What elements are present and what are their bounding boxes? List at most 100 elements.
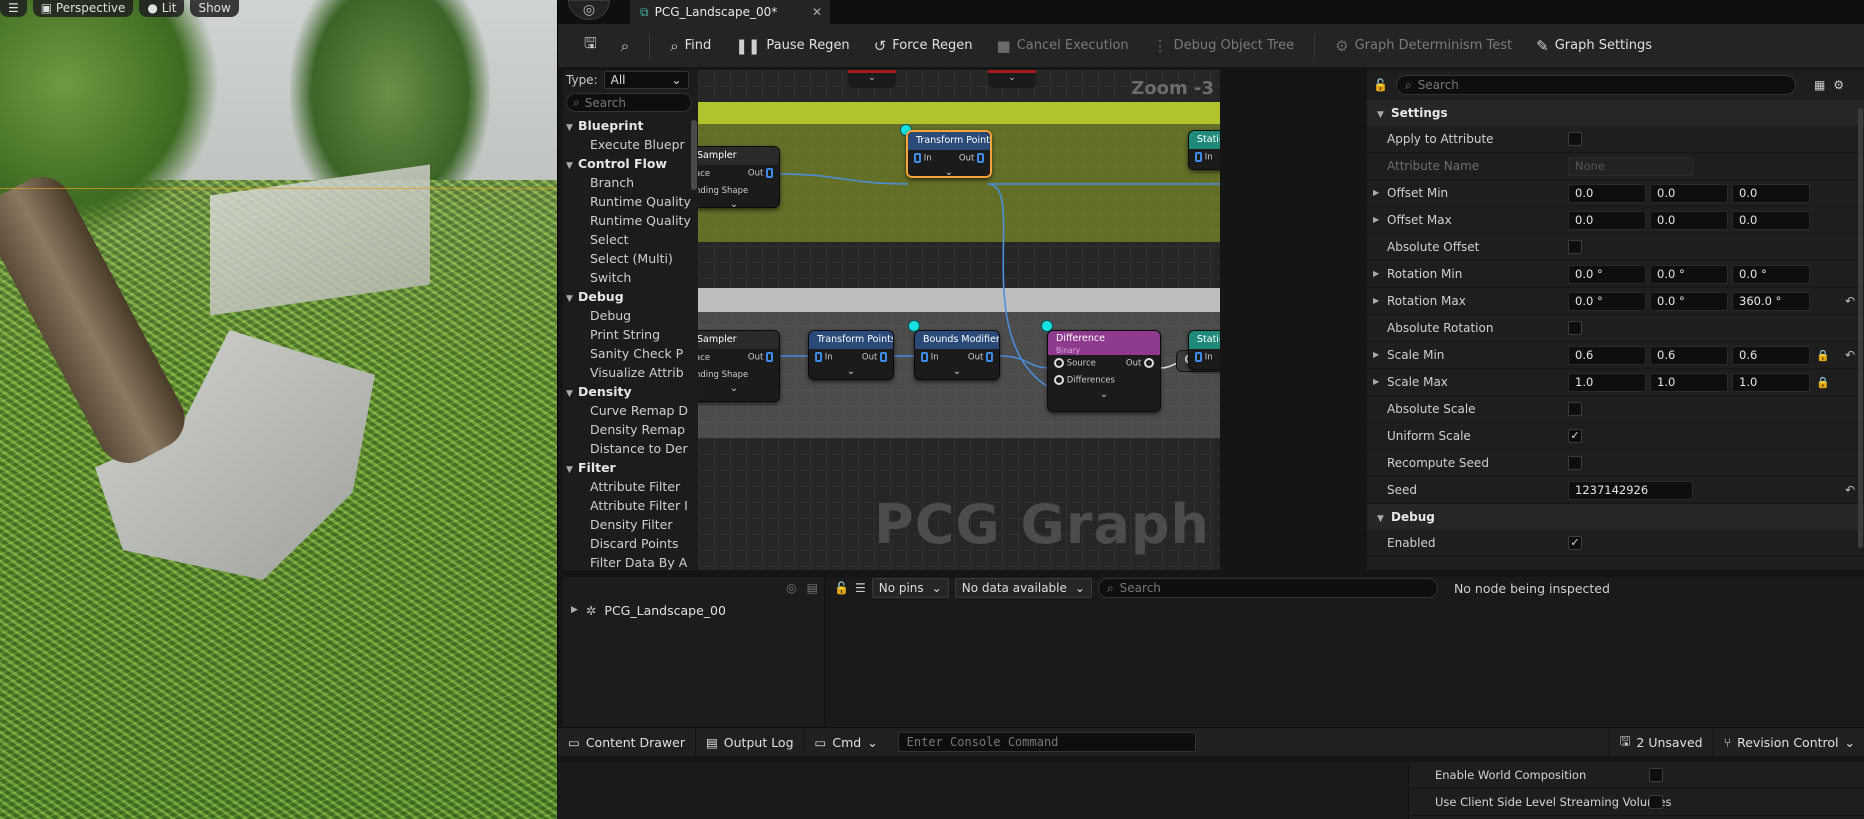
- expand-chevron-icon[interactable]: ⌄: [1048, 389, 1160, 403]
- rotation-max-x-field[interactable]: 0.0 °: [1568, 291, 1646, 311]
- offset-max-x-field[interactable]: 0.0: [1568, 210, 1646, 230]
- palette-item[interactable]: Visualize Attrib: [563, 363, 699, 382]
- output-pin-icon[interactable]: [766, 168, 773, 179]
- node-static-top[interactable]: Static In: [1188, 130, 1220, 170]
- save-button[interactable]: 🖫: [574, 31, 607, 61]
- apply-to-attribute-checkbox[interactable]: [1568, 132, 1582, 146]
- details-search-input[interactable]: ⌕ Search: [1395, 75, 1796, 95]
- lock-icon[interactable]: 🔒: [1816, 349, 1830, 362]
- palette-item[interactable]: Debug: [563, 306, 699, 325]
- output-pin-icon[interactable]: [977, 153, 984, 164]
- scale-min-z-field[interactable]: 0.6: [1732, 345, 1810, 365]
- debug-object-tree-button[interactable]: ⋮ Debug Object Tree: [1143, 31, 1304, 61]
- scale-min-x-field[interactable]: 0.6: [1568, 345, 1646, 365]
- rotation-max-y-field[interactable]: 0.0 °: [1650, 291, 1728, 311]
- reset-to-default-icon[interactable]: ↶: [1845, 348, 1855, 362]
- rotation-min-x-field[interactable]: 0.0 °: [1568, 264, 1646, 284]
- input-pin-icon[interactable]: [921, 352, 928, 363]
- palette-item[interactable]: Filter Data By A: [563, 553, 699, 572]
- node-difference[interactable]: Difference Binary Source Out Differences …: [1047, 330, 1161, 412]
- node-static-bottom[interactable]: Static In: [1188, 330, 1220, 370]
- cancel-execution-button[interactable]: ■ Cancel Execution: [987, 31, 1139, 61]
- tree-row[interactable]: ▶ ✲ PCG_Landscape_00: [563, 599, 824, 621]
- expand-chevron-icon[interactable]: ⌄: [809, 366, 893, 380]
- expand-arrow-icon[interactable]: ▶: [1373, 215, 1379, 224]
- output-pin-icon[interactable]: [986, 352, 993, 363]
- expand-arrow-icon[interactable]: ▶: [1373, 188, 1379, 197]
- expand-chevron-icon[interactable]: ⌄: [698, 383, 779, 397]
- input-pin-icon[interactable]: [815, 352, 822, 363]
- filter-list-icon[interactable]: ☰: [855, 581, 866, 595]
- reset-to-default-icon[interactable]: ↶: [1845, 294, 1855, 308]
- palette-category-density[interactable]: ▼ Density: [563, 382, 699, 401]
- offset-max-z-field[interactable]: 0.0: [1732, 210, 1810, 230]
- type-dropdown[interactable]: All ⌄: [603, 71, 689, 89]
- data-dropdown[interactable]: No data available ⌄: [954, 578, 1092, 598]
- uniform-scale-checkbox[interactable]: ✓: [1568, 429, 1582, 443]
- force-regen-button[interactable]: ↺ Force Regen: [864, 31, 983, 61]
- node-bounds-modifier[interactable]: Bounds Modifier In Out ⌄: [914, 330, 1000, 380]
- offset-min-x-field[interactable]: 0.0: [1568, 183, 1646, 203]
- palette-item[interactable]: Attribute Filter: [563, 477, 699, 496]
- palette-item[interactable]: Density Remap: [563, 420, 699, 439]
- input-pin-icon[interactable]: [1195, 352, 1202, 363]
- scale-max-y-field[interactable]: 1.0: [1650, 372, 1728, 392]
- table-view-icon[interactable]: ▦: [1814, 78, 1825, 92]
- section-settings[interactable]: ▼ Settings: [1367, 100, 1864, 126]
- gear-icon[interactable]: ⚙: [1833, 78, 1844, 92]
- inspector-search-input[interactable]: ⌕ Search: [1097, 578, 1438, 598]
- palette-item[interactable]: Runtime Quality: [563, 192, 699, 211]
- output-pin-icon[interactable]: [1144, 358, 1154, 369]
- palette-item[interactable]: Runtime Quality: [563, 211, 699, 230]
- close-tab-icon[interactable]: ✕: [812, 5, 822, 19]
- lock-icon[interactable]: 🔒: [1816, 376, 1830, 389]
- expand-chevron-icon[interactable]: ⌄: [908, 167, 990, 181]
- offset-max-y-field[interactable]: 0.0: [1650, 210, 1728, 230]
- console-command-input[interactable]: Enter Console Command: [897, 732, 1196, 752]
- graph-determinism-test-button[interactable]: ⚙ Graph Determinism Test: [1325, 31, 1522, 61]
- palette-item[interactable]: Select: [563, 230, 699, 249]
- unsaved-button[interactable]: 🖫 2 Unsaved: [1608, 727, 1714, 757]
- expand-arrow-icon[interactable]: ▶: [1373, 296, 1379, 305]
- expand-arrow-icon[interactable]: ▶: [1373, 377, 1379, 386]
- unreal-logo-icon[interactable]: ◎: [568, 0, 610, 20]
- absolute-scale-checkbox[interactable]: [1568, 402, 1582, 416]
- node-transform-points-bottom[interactable]: Transform Points In Out ⌄: [808, 330, 894, 380]
- scale-max-z-field[interactable]: 1.0: [1732, 372, 1810, 392]
- expand-chevron-icon[interactable]: ⌄: [915, 366, 999, 380]
- focus-icon[interactable]: ◎: [786, 581, 796, 595]
- details-scrollbar[interactable]: [1858, 108, 1863, 548]
- seed-field[interactable]: 1237142926: [1568, 480, 1693, 500]
- section-debug[interactable]: ▼ Debug: [1367, 504, 1864, 530]
- input-pin-icon[interactable]: [1195, 152, 1202, 163]
- palette-category-blueprint[interactable]: ▼ Blueprint: [563, 116, 699, 135]
- lock-icon[interactable]: 🔓: [834, 581, 849, 595]
- lit-button[interactable]: ● Lit: [139, 0, 185, 17]
- palette-category-filter[interactable]: ▼ Filter: [563, 458, 699, 477]
- input-pin-icon[interactable]: [1054, 375, 1064, 386]
- enabled-checkbox[interactable]: ✓: [1568, 536, 1582, 550]
- palette-item[interactable]: Distance to Der: [563, 439, 699, 458]
- content-drawer-button[interactable]: ▭ Content Drawer: [558, 727, 696, 757]
- filter-icon[interactable]: ▤: [807, 581, 818, 595]
- hamburger-menu-icon[interactable]: ☰: [0, 0, 27, 17]
- reset-to-default-icon[interactable]: ↶: [1845, 483, 1855, 497]
- tab-pcg-landscape[interactable]: ⧉ PCG_Landscape_00* ✕: [630, 0, 830, 24]
- show-button[interactable]: Show: [190, 0, 239, 17]
- absolute-offset-checkbox[interactable]: [1568, 240, 1582, 254]
- expand-chevron-icon[interactable]: ⌄: [698, 199, 779, 213]
- offset-min-z-field[interactable]: 0.0: [1732, 183, 1810, 203]
- palette-category-debug[interactable]: ▼ Debug: [563, 287, 699, 306]
- palette-item[interactable]: Attribute Filter I: [563, 496, 699, 515]
- palette-item[interactable]: Branch: [563, 173, 699, 192]
- output-pin-icon[interactable]: [766, 352, 773, 363]
- palette-item[interactable]: Sanity Check P: [563, 344, 699, 363]
- input-pin-icon[interactable]: [914, 153, 921, 164]
- browse-button[interactable]: ⌕: [611, 31, 639, 61]
- enable-world-composition-checkbox[interactable]: [1649, 768, 1663, 782]
- rotation-min-y-field[interactable]: 0.0 °: [1650, 264, 1728, 284]
- revision-control-button[interactable]: ⑂ Revision Control ⌄: [1714, 728, 1864, 757]
- palette-item[interactable]: Switch: [563, 268, 699, 287]
- palette-item[interactable]: Curve Remap D: [563, 401, 699, 420]
- node-sampler-bottom[interactable]: Sampler ace Out nding Shape ⌄: [698, 330, 780, 402]
